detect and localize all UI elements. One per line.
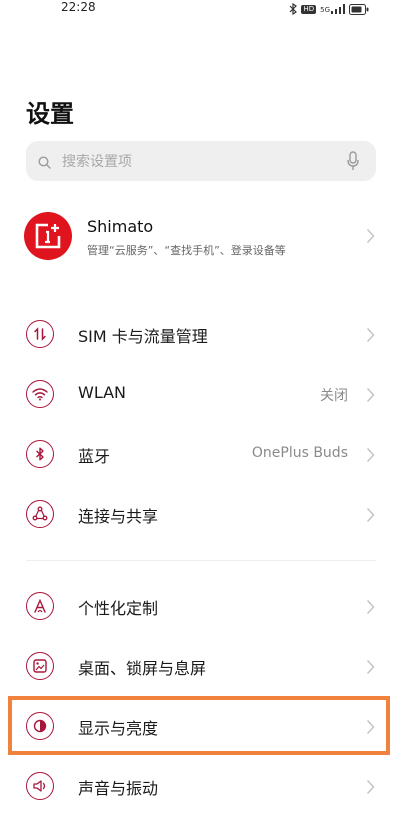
- chevron-right-icon: [366, 228, 375, 248]
- bluetooth-icon: [26, 440, 54, 468]
- section-divider: [26, 560, 376, 561]
- settings-item-wallpaper[interactable]: 桌面、锁屏与息屏: [0, 638, 403, 698]
- account-row[interactable]: Shimato 管理“云服务”、“查找手机”、登录设备等: [0, 207, 403, 267]
- settings-item-bluetooth[interactable]: 蓝牙 OnePlus Buds: [0, 426, 403, 486]
- settings-item-personalization[interactable]: 个性化定制: [0, 578, 403, 638]
- search-input[interactable]: 搜索设置项: [26, 141, 376, 181]
- settings-item-label: 连接与共享: [78, 507, 159, 526]
- battery-icon: [349, 3, 369, 15]
- search-placeholder: 搜索设置项: [62, 154, 132, 170]
- status-bar: 22:28 HD 5G: [0, 0, 403, 22]
- settings-item-label: 声音与振动: [78, 779, 159, 798]
- account-description: 管理“云服务”、“查找手机”、登录设备等: [87, 244, 286, 257]
- personalization-icon: [26, 592, 54, 620]
- wifi-icon: [26, 380, 54, 408]
- chevron-right-icon: [366, 387, 375, 407]
- chevron-right-icon: [366, 599, 375, 619]
- avatar: [24, 212, 72, 260]
- settings-item-sim[interactable]: SIM 卡与流量管理: [0, 306, 403, 366]
- sim-data-icon: [26, 320, 54, 348]
- chevron-right-icon: [366, 779, 375, 799]
- settings-item-label: 蓝牙: [78, 447, 111, 466]
- chevron-right-icon: [366, 327, 375, 347]
- settings-item-label: WLAN: [78, 383, 127, 402]
- signal-icon: 5G: [320, 4, 345, 14]
- settings-item-label: SIM 卡与流量管理: [78, 327, 208, 346]
- settings-item-value: OnePlus Buds: [251, 445, 348, 461]
- wallpaper-icon: [26, 652, 54, 680]
- oneplus-logo-icon: [35, 223, 61, 249]
- settings-item-value: 关闭: [320, 388, 348, 404]
- hd-icon: HD: [301, 4, 317, 14]
- sound-vibration-icon: [26, 772, 54, 800]
- page-title: 设置: [26, 100, 74, 128]
- search-icon: [38, 154, 51, 173]
- bluetooth-icon: [289, 3, 298, 15]
- chevron-right-icon: [366, 507, 375, 527]
- connection-share-icon: [26, 500, 54, 528]
- microphone-icon[interactable]: [347, 151, 359, 175]
- status-icons: HD 5G: [289, 3, 369, 15]
- settings-item-label: 个性化定制: [78, 599, 159, 618]
- settings-item-label: 桌面、锁屏与息屏: [78, 659, 207, 678]
- chevron-right-icon: [366, 447, 375, 467]
- account-name: Shimato: [87, 217, 154, 236]
- highlight-annotation: [8, 696, 390, 755]
- status-time: 22:28: [61, 0, 96, 14]
- settings-item-wlan[interactable]: WLAN 关闭: [0, 366, 403, 426]
- settings-item-sound[interactable]: 声音与振动: [0, 758, 403, 818]
- chevron-right-icon: [366, 659, 375, 679]
- settings-item-connection[interactable]: 连接与共享: [0, 486, 403, 546]
- signal-label: 5G: [320, 6, 330, 14]
